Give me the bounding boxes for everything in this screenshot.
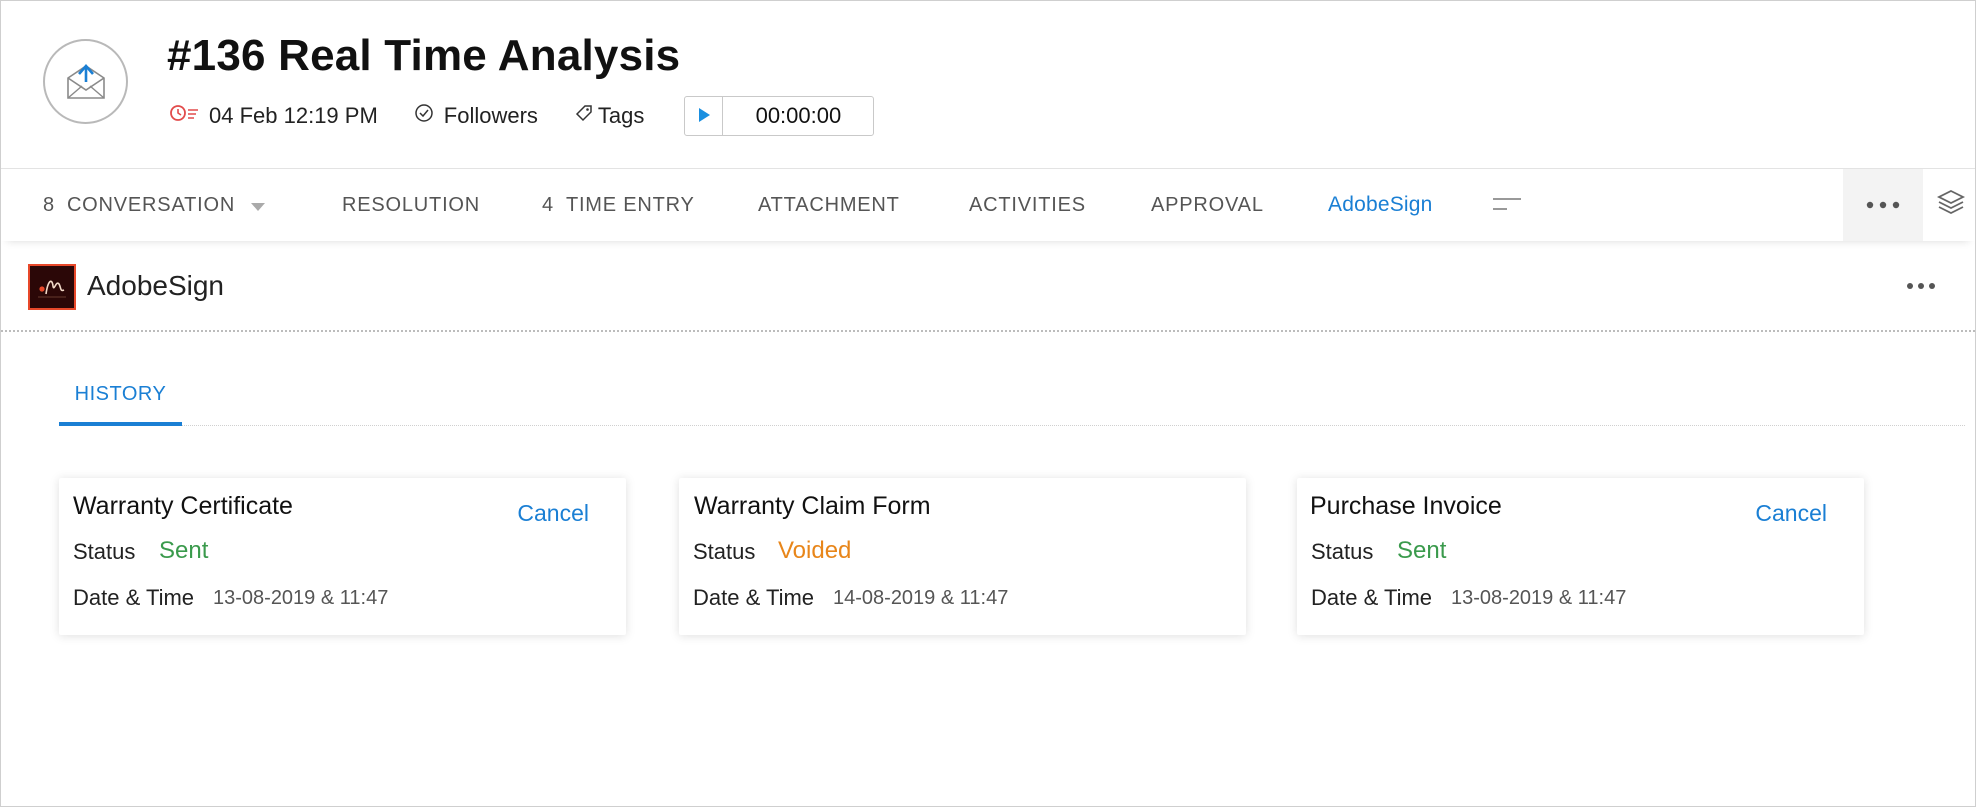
layers-button[interactable] [1933, 187, 1969, 223]
status-label: Status [73, 539, 136, 564]
time-tracker: 00:00:00 [684, 96, 875, 136]
tab-count: 4 [542, 193, 554, 216]
followers-label: Followers [443, 103, 538, 128]
datetime-label: Date & Time [73, 585, 195, 610]
due-date[interactable]: 04 Feb 12:19 PM [169, 103, 378, 129]
tab-conversation[interactable]: 8 CONVERSATION [43, 169, 266, 241]
ticket-title: #136 Real Time Analysis [167, 31, 681, 80]
app-more-options-button[interactable] [1901, 274, 1941, 298]
agreement-title: Warranty Certificate [73, 492, 293, 520]
tab-history[interactable]: HISTORY [59, 366, 182, 426]
tab-label: AdobeSign [1328, 193, 1433, 216]
more-options-button[interactable] [1843, 169, 1923, 241]
more-horizontal-icon [1906, 277, 1936, 295]
agreement-title: Warranty Claim Form [694, 492, 931, 520]
tab-label: APPROVAL [1151, 193, 1264, 216]
datetime-value: 13-08-2019 & 11:47 [1451, 587, 1627, 609]
tab-count: 8 [43, 193, 55, 216]
app-sub-tabs: HISTORY [59, 366, 1965, 426]
ticket-detail-window: #136 Real Time Analysis 04 Feb 12:19 PM [0, 0, 1976, 807]
tab-label: ATTACHMENT [758, 193, 900, 216]
layers-icon [1936, 188, 1966, 223]
envelope-upload-icon [43, 39, 128, 124]
tab-label: RESOLUTION [342, 193, 481, 216]
tab-label: CONVERSATION [66, 193, 236, 216]
check-circle-icon [414, 103, 444, 129]
tags-label: Tags [597, 103, 645, 128]
datetime-label: Date & Time [693, 585, 815, 610]
more-horizontal-icon [1866, 196, 1900, 214]
agreement-card: Warranty Certificate Cancel Status Sent … [59, 478, 626, 635]
cancel-button[interactable]: Cancel [1755, 500, 1827, 527]
datetime-value: 13-08-2019 & 11:47 [213, 587, 389, 609]
tab-approval[interactable]: APPROVAL [1151, 169, 1264, 241]
status-label: Status [693, 539, 756, 564]
datetime-value: 14-08-2019 & 11:47 [833, 587, 1009, 609]
tab-activities[interactable]: ACTIVITIES [969, 169, 1086, 241]
ticket-header: #136 Real Time Analysis 04 Feb 12:19 PM [1, 1, 1975, 168]
play-icon [697, 103, 711, 129]
followers-button[interactable]: Followers [414, 103, 538, 129]
timer-play-button[interactable] [685, 97, 724, 135]
agreement-card: Warranty Claim Form Status Voided Date &… [679, 478, 1246, 635]
app-name: AdobeSign [87, 270, 225, 301]
status-value: Sent [159, 537, 209, 564]
tags-button[interactable]: Tags [574, 103, 644, 129]
status-value: Voided [778, 537, 852, 564]
ticket-tabs: 8 CONVERSATION RESOLUTION 4 TIME ENTRY A… [1, 168, 1975, 241]
tab-label: TIME ENTRY [565, 193, 695, 216]
tab-time-entry[interactable]: 4 TIME ENTRY [542, 169, 695, 241]
overdue-clock-icon [169, 103, 209, 129]
app-header: AdobeSign [1, 242, 1975, 332]
datetime-label: Date & Time [1311, 585, 1433, 610]
menu-lines-icon [1493, 194, 1521, 217]
cancel-button[interactable]: Cancel [517, 500, 589, 527]
tab-attachment[interactable]: ATTACHMENT [758, 169, 900, 241]
tab-overflow-menu[interactable] [1493, 169, 1521, 241]
ticket-meta-row: 04 Feb 12:19 PM Followers Tags 00:00:00 [169, 96, 875, 136]
chevron-down-icon[interactable] [251, 194, 266, 217]
agreement-card: Purchase Invoice Cancel Status Sent Date… [1297, 478, 1864, 635]
tag-icon [574, 103, 598, 129]
tab-label: ACTIVITIES [969, 193, 1086, 216]
tab-adobesign[interactable]: AdobeSign [1328, 169, 1433, 241]
adobesign-logo-icon [28, 264, 76, 310]
timer-value: 00:00:00 [755, 103, 842, 128]
status-value: Sent [1397, 537, 1447, 564]
status-label: Status [1311, 539, 1374, 564]
tab-resolution[interactable]: RESOLUTION [342, 169, 480, 241]
due-date-text: 04 Feb 12:19 PM [209, 103, 378, 128]
agreement-title: Purchase Invoice [1310, 492, 1502, 520]
